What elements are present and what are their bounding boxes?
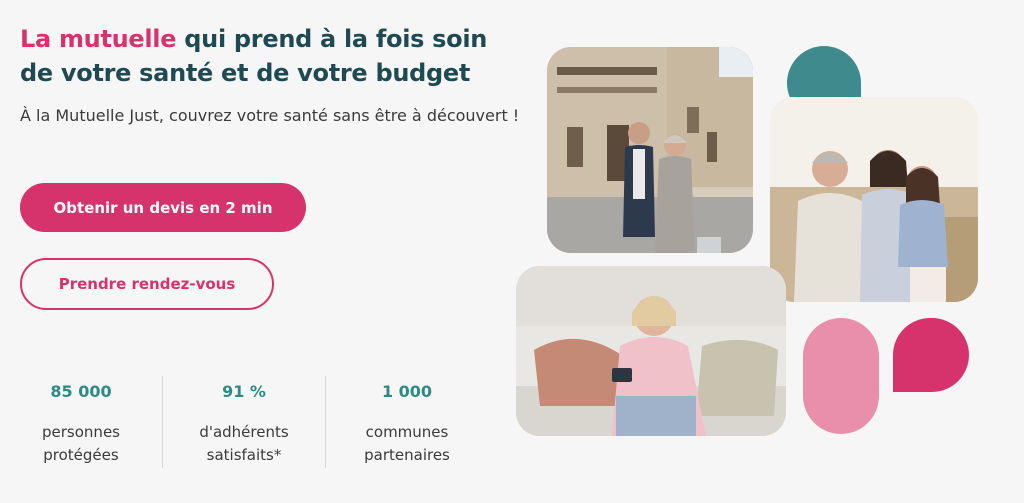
- photo-family-generations: [770, 97, 978, 302]
- stat-protected-people: 85 000 personnes protégées: [0, 376, 162, 468]
- photo-senior-couple: [547, 47, 753, 253]
- photo-senior-woman-illustration: [516, 266, 786, 436]
- stat-label: communes partenaires: [364, 421, 450, 467]
- stat-label-line2: satisfaits*: [206, 446, 282, 464]
- photo-senior-woman-phone: [516, 266, 786, 436]
- hero-headline: La mutuelle qui prend à la fois soin de …: [20, 22, 520, 90]
- stat-label: personnes protégées: [42, 421, 120, 467]
- stats-row: 85 000 personnes protégées 91 % d'adhére…: [0, 376, 500, 468]
- book-appointment-button[interactable]: Prendre rendez-vous: [20, 258, 274, 310]
- stat-label: d'adhérents satisfaits*: [199, 421, 288, 467]
- stat-label-line1: personnes: [42, 423, 120, 441]
- stat-satisfied-members: 91 % d'adhérents satisfaits*: [163, 376, 325, 468]
- stat-partner-communes: 1 000 communes partenaires: [326, 376, 488, 468]
- decorative-pink-shape: [893, 318, 969, 392]
- stat-value: 1 000: [381, 382, 433, 401]
- hero-subtitle: À la Mutuelle Just, couvrez votre santé …: [20, 106, 520, 125]
- stat-label-line2: partenaires: [364, 446, 450, 464]
- stat-label-line2: protégées: [43, 446, 119, 464]
- photo-family-illustration: [770, 97, 978, 302]
- headline-accent: La mutuelle: [20, 25, 177, 53]
- stat-value: 91 %: [222, 382, 266, 401]
- stat-label-line1: d'adhérents: [199, 423, 289, 441]
- stat-value: 85 000: [50, 382, 112, 401]
- get-quote-button[interactable]: Obtenir un devis en 2 min: [20, 183, 306, 232]
- photo-senior-couple-illustration: [547, 47, 753, 253]
- decorative-pink-pill-shape: [803, 318, 879, 434]
- stat-label-line1: communes: [365, 423, 449, 441]
